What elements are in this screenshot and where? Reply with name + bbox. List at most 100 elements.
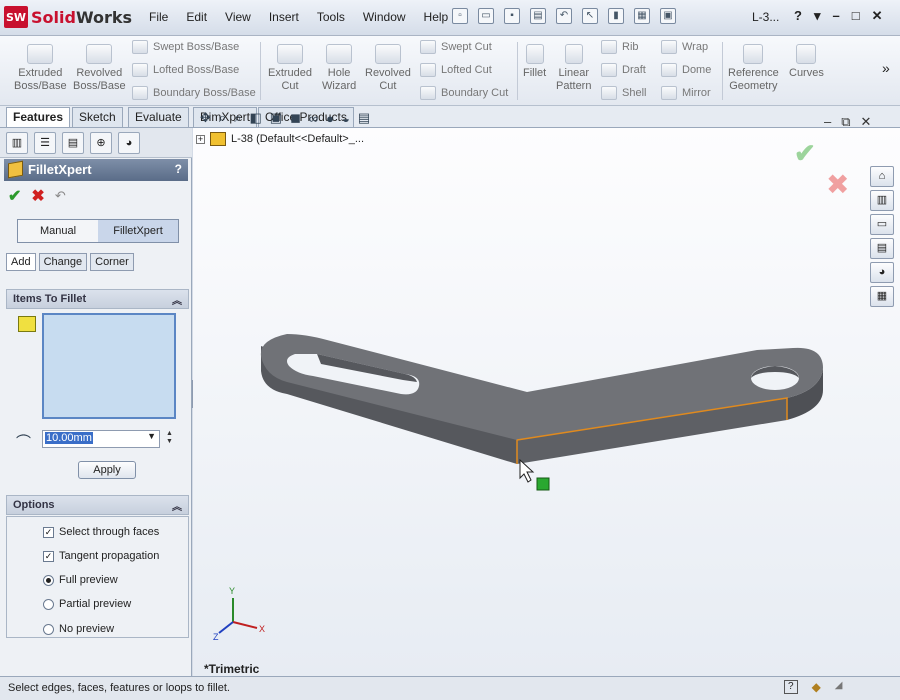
- boundary-cut-button[interactable]: Boundary Cut: [420, 86, 508, 100]
- draft-button[interactable]: Draft: [601, 63, 646, 77]
- swept-cut-button[interactable]: Swept Cut: [420, 40, 492, 54]
- home-icon[interactable]: ⌂: [870, 166, 894, 187]
- property-manager-tab-icon[interactable]: ☰: [34, 132, 56, 154]
- checkbox[interactable]: ✓: [43, 526, 54, 538]
- extruded-boss-button[interactable]: Extruded Boss/Base: [14, 44, 67, 93]
- undo-icon[interactable]: ↶: [55, 188, 66, 204]
- chevron-down-icon[interactable]: ▼: [147, 431, 156, 441]
- radio[interactable]: [43, 598, 54, 610]
- new-document-icon[interactable]: ▫: [452, 8, 468, 24]
- viewport-close-icon[interactable]: ✕: [861, 114, 872, 130]
- save-icon[interactable]: ▪: [504, 8, 520, 24]
- graphics-viewport[interactable]: Y X Z: [193, 128, 900, 676]
- ok-check-icon[interactable]: ✔: [8, 186, 21, 206]
- boundary-boss-button[interactable]: Boundary Boss/Base: [132, 86, 256, 100]
- lofted-cut-button[interactable]: Lofted Cut: [420, 63, 492, 77]
- items-to-fillet-header[interactable]: Items To Fillet ︽: [6, 289, 189, 309]
- option-no-preview[interactable]: No preview: [43, 623, 114, 635]
- display-style-icon[interactable]: ◼: [290, 110, 301, 126]
- menu-insert[interactable]: Insert: [260, 10, 308, 24]
- revolved-cut-button[interactable]: Revolved Cut: [365, 44, 411, 93]
- shell-button[interactable]: Shell: [601, 86, 646, 100]
- subtab-corner[interactable]: Corner: [90, 253, 134, 271]
- collapse-chevron-icon[interactable]: ︽: [172, 498, 182, 513]
- mode-filletxpert[interactable]: FilletXpert: [98, 220, 178, 242]
- hole-wizard-button[interactable]: Hole Wizard: [322, 44, 356, 93]
- option-tangent-propagation[interactable]: ✓ Tangent propagation: [43, 550, 159, 562]
- close-button[interactable]: ✕: [872, 8, 883, 24]
- lofted-boss-button[interactable]: Lofted Boss/Base: [132, 63, 239, 77]
- tab-sketch[interactable]: Sketch: [72, 107, 123, 127]
- custom-properties-icon[interactable]: ▦: [870, 286, 894, 307]
- help-menu-button[interactable]: ▾: [814, 8, 821, 24]
- radio[interactable]: [43, 574, 54, 586]
- print-icon[interactable]: ▤: [530, 8, 546, 24]
- appearances-icon[interactable]: ◕: [870, 262, 894, 283]
- feature-tree-flyout[interactable]: + L-38 (Default<<Default>_...: [196, 132, 364, 146]
- help-button[interactable]: ?: [794, 8, 802, 24]
- linear-pattern-button[interactable]: Linear Pattern: [556, 44, 591, 93]
- option-full-preview[interactable]: Full preview: [43, 574, 118, 586]
- tab-evaluate[interactable]: Evaluate: [128, 107, 189, 127]
- menu-view[interactable]: View: [216, 10, 260, 24]
- tree-part-label[interactable]: L-38 (Default<<Default>_...: [231, 133, 364, 145]
- checkbox[interactable]: ✓: [43, 550, 54, 562]
- extruded-cut-button[interactable]: Extruded Cut: [268, 44, 312, 93]
- apply-button[interactable]: Apply: [78, 461, 136, 479]
- subtab-change[interactable]: Change: [38, 253, 88, 271]
- zoom-to-fit-icon[interactable]: ✥: [200, 110, 211, 126]
- minimize-button[interactable]: –: [832, 8, 839, 24]
- view-settings-icon[interactable]: ▤: [358, 110, 370, 126]
- reference-geometry-button[interactable]: Reference Geometry: [728, 44, 779, 93]
- rib-button[interactable]: Rib: [601, 40, 639, 54]
- select-icon[interactable]: ↖: [582, 8, 598, 24]
- mode-manual[interactable]: Manual: [18, 220, 98, 242]
- section-view-icon[interactable]: ◧: [249, 110, 261, 126]
- dimxpert-manager-tab-icon[interactable]: ⊕: [90, 132, 112, 154]
- zoom-to-area-icon[interactable]: ⌕: [219, 110, 226, 126]
- rebuild-icon[interactable]: ▮: [608, 8, 624, 24]
- feature-manager-tab-icon[interactable]: ▥: [6, 132, 28, 154]
- app-logo[interactable]: SW SolidWorks: [4, 4, 132, 30]
- wrap-button[interactable]: Wrap: [661, 40, 708, 54]
- file-properties-icon[interactable]: ▦: [634, 8, 650, 24]
- undo-icon[interactable]: ↶: [556, 8, 572, 24]
- dome-button[interactable]: Dome: [661, 63, 711, 77]
- options-icon[interactable]: ▣: [660, 8, 676, 24]
- panel-help-button[interactable]: ?: [175, 162, 182, 176]
- part-model[interactable]: Y X Z: [193, 128, 900, 676]
- radius-spinner[interactable]: ▲ ▼: [166, 430, 173, 446]
- fillet-button[interactable]: Fillet: [523, 44, 546, 80]
- apply-scene-icon[interactable]: ◒: [342, 111, 350, 126]
- previous-view-icon[interactable]: ⌕: [234, 110, 241, 126]
- help-icon[interactable]: ?: [784, 680, 798, 694]
- open-document-icon[interactable]: ▭: [478, 8, 494, 24]
- viewport-restore-icon[interactable]: ⧉: [841, 114, 850, 130]
- revolved-boss-button[interactable]: Revolved Boss/Base: [73, 44, 126, 93]
- menu-window[interactable]: Window: [354, 10, 415, 24]
- collapse-chevron-icon[interactable]: ︽: [172, 292, 182, 307]
- confirm-cancel-icon[interactable]: ✖: [826, 168, 849, 201]
- view-palette-icon[interactable]: ▤: [870, 238, 894, 259]
- resize-grip-icon[interactable]: ◢: [835, 680, 843, 694]
- selection-handle-icon[interactable]: [536, 477, 550, 491]
- swept-boss-button[interactable]: Swept Boss/Base: [132, 40, 239, 54]
- menu-file[interactable]: File: [140, 10, 177, 24]
- radius-input[interactable]: 10.00mm ▼: [42, 430, 160, 448]
- options-header[interactable]: Options ︽: [6, 495, 189, 515]
- curves-button[interactable]: Curves: [789, 44, 824, 80]
- hide-show-items-icon[interactable]: ∞: [309, 111, 318, 126]
- subtab-add[interactable]: Add: [6, 253, 36, 271]
- expand-icon[interactable]: +: [196, 134, 205, 144]
- menu-edit[interactable]: Edit: [177, 10, 216, 24]
- view-orientation-icon[interactable]: ▣: [270, 110, 282, 126]
- design-library-icon[interactable]: ▥: [870, 190, 894, 211]
- edit-appearance-icon[interactable]: ●: [326, 111, 334, 126]
- menu-tools[interactable]: Tools: [308, 10, 354, 24]
- restore-button[interactable]: □: [852, 8, 860, 24]
- option-select-through-faces[interactable]: ✓ Select through faces: [43, 526, 159, 538]
- display-manager-tab-icon[interactable]: ◕: [118, 132, 140, 154]
- items-to-fillet-list[interactable]: [42, 313, 176, 419]
- confirm-ok-icon[interactable]: ✔: [794, 138, 816, 169]
- configuration-manager-tab-icon[interactable]: ▤: [62, 132, 84, 154]
